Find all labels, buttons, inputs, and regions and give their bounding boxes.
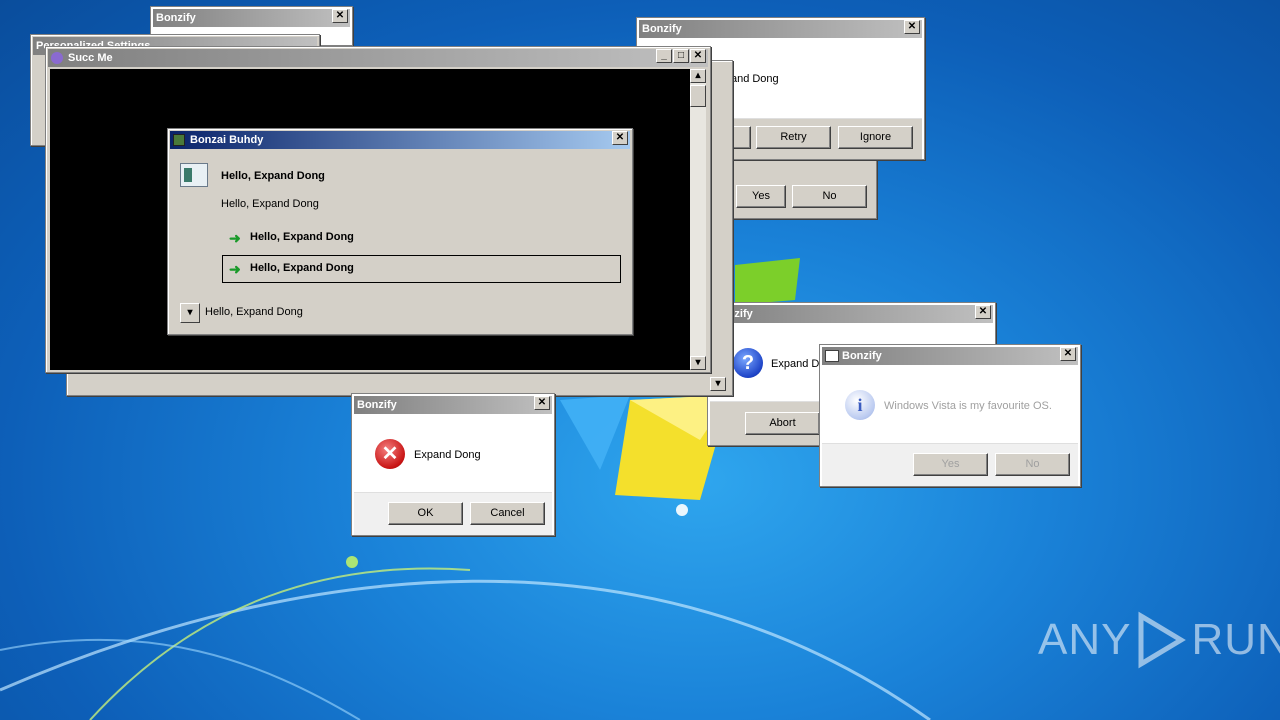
dialog-subtext: Hello, Expand Dong — [221, 198, 319, 210]
app-icon — [825, 350, 839, 362]
ignore-button[interactable]: Ignore — [838, 126, 913, 149]
window-title: Succ Me — [68, 52, 113, 64]
close-button[interactable]: ✕ — [1060, 347, 1076, 361]
scroll-thumb[interactable] — [690, 85, 706, 107]
command-link-label: Hello, Expand Dong — [250, 262, 354, 274]
scroll-down-arrow[interactable]: ▾ — [690, 356, 706, 370]
yes-button[interactable]: Yes — [913, 453, 988, 476]
watermark-text-left: ANY — [1038, 615, 1132, 664]
vertical-scrollbar[interactable]: ▴ ▾ — [690, 69, 706, 370]
title-bar: Bonzify — [153, 9, 350, 27]
title-bar: Bonzify — [710, 305, 993, 323]
no-button[interactable]: No — [792, 185, 867, 208]
window-title: Bonzify — [842, 350, 882, 362]
question-icon: ? — [733, 348, 763, 378]
close-button[interactable]: ✕ — [975, 305, 991, 319]
close-button[interactable]: ✕ — [534, 396, 550, 410]
close-button[interactable]: ✕ — [332, 9, 348, 23]
minimize-button[interactable]: _ — [656, 49, 672, 63]
close-button[interactable]: ✕ — [904, 20, 920, 34]
title-bar: Bonzify — [354, 396, 552, 414]
ok-button[interactable]: OK — [388, 502, 463, 525]
app-icon — [51, 52, 63, 64]
title-bar: Bonzai Buhdy — [170, 131, 630, 149]
retry-button[interactable]: Retry — [756, 126, 831, 149]
anyrun-watermark: ANY RUN — [1038, 610, 1280, 670]
no-button[interactable]: No — [995, 453, 1070, 476]
dialog-heading: Hello, Expand Dong — [221, 170, 325, 182]
scroll-down-arrow[interactable]: ▾ — [710, 377, 726, 391]
expand-details-button[interactable]: ▾ — [180, 303, 200, 323]
scroll-up-arrow[interactable]: ▴ — [690, 69, 706, 83]
title-bar: Succ Me — [48, 49, 708, 67]
abort-button[interactable]: Abort — [745, 412, 820, 435]
maximize-button[interactable]: □ — [673, 49, 689, 63]
dialog-message: Windows Vista is my favourite OS. — [884, 400, 1052, 412]
document-icon — [180, 163, 208, 187]
green-arrow-icon: ➜ — [229, 230, 241, 246]
command-link-label: Hello, Expand Dong — [250, 231, 354, 243]
window-title: Bonzify — [642, 23, 682, 35]
cancel-button[interactable]: Cancel — [470, 502, 545, 525]
close-button[interactable]: ✕ — [612, 131, 628, 145]
close-button[interactable]: ✕ — [690, 49, 706, 63]
title-bar: Bonzify — [822, 347, 1078, 365]
window-title: Bonzify — [357, 399, 397, 411]
details-label: Hello, Expand Dong — [205, 306, 303, 318]
error-icon: ✕ — [375, 439, 405, 469]
app-icon — [173, 134, 185, 146]
title-bar: Bonzify — [639, 20, 922, 38]
info-icon: i — [845, 390, 875, 420]
command-link-1[interactable]: ➜ Hello, Expand Dong — [222, 225, 622, 249]
watermark-text-right: RUN — [1191, 615, 1280, 664]
dialog-message: Expand Dong — [414, 449, 481, 461]
error-dialog: Bonzify ✕ ✕ Expand Dong OK Cancel — [351, 393, 555, 536]
command-link-2[interactable]: ➜ Hello, Expand Dong — [222, 255, 621, 283]
vista-dialog: Bonzify ✕ i Windows Vista is my favourit… — [819, 344, 1081, 487]
play-logo-icon — [1138, 611, 1187, 669]
window-title: Bonzai Buhdy — [190, 134, 264, 146]
bonzai-buhdy-dialog: Bonzai Buhdy ✕ Hello, Expand Dong Hello,… — [167, 128, 633, 335]
green-arrow-icon: ➜ — [229, 261, 241, 277]
window-title: Bonzify — [156, 12, 196, 24]
horizontal-scrollbar[interactable] — [69, 379, 712, 391]
yes-button[interactable]: Yes — [736, 185, 786, 208]
